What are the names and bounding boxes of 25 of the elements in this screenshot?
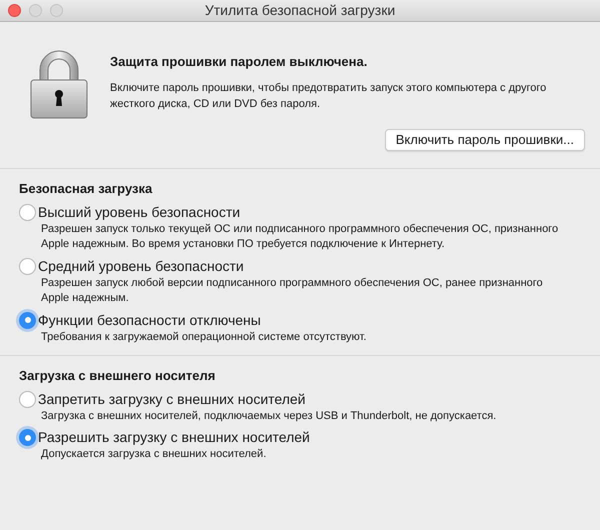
close-button[interactable]	[8, 4, 21, 17]
radio-button[interactable]	[19, 312, 36, 328]
radio-button[interactable]	[19, 390, 36, 408]
firmware-heading: Защита прошивки паролем выключена.	[110, 53, 368, 71]
option-label[interactable]: Запретить загрузку с внешних носителей	[38, 390, 306, 408]
option-label[interactable]: Разрешить загрузку с внешних носителей	[38, 428, 310, 447]
radio-button[interactable]	[19, 429, 36, 446]
firmware-description: Включите пароль прошивки, чтобы предотвратить запуск этого компьютера с другого жесткого диска, CD или DVD без пароля.	[110, 80, 548, 112]
window-title: Утилита безопасной загрузки	[204, 1, 396, 20]
enable-password-button[interactable]: Включить пароль прошивки...	[384, 128, 585, 150]
zoom-button[interactable]	[50, 4, 63, 17]
option-description: Загрузка с внешних носителей, подключаемых через USB и Thunderbolt, не допускается.	[41, 408, 498, 424]
option-label[interactable]: Средний уровень безопасности	[38, 256, 244, 276]
option-label[interactable]: Высший уровень безопасности	[38, 202, 240, 222]
section-heading: Безопасная загрузка	[19, 180, 154, 198]
option-label[interactable]: Функции безопасности отключены	[38, 310, 261, 330]
radio-button[interactable]	[19, 204, 36, 220]
option-description: Разрешен запуск только текущей ОС или подписанного программного обеспечения ОС, признанного Apple надежным. Во время установки ПО требуется подключение к Интернету.	[41, 222, 560, 252]
padlock-icon	[28, 48, 90, 120]
option-description: Требования к загружаемой операционной системе отсутствуют.	[41, 330, 368, 344]
radio-button[interactable]	[19, 258, 36, 274]
minimize-button[interactable]	[29, 4, 42, 17]
option-description: Допускается загрузка с внешних носителей.	[41, 447, 268, 462]
section-heading: Загрузка с внешнего носителя	[19, 367, 216, 385]
option-description: Разрешен запуск любой версии подписанного программного обеспечения ОС, ранее признанного Apple надежным.	[41, 276, 544, 306]
